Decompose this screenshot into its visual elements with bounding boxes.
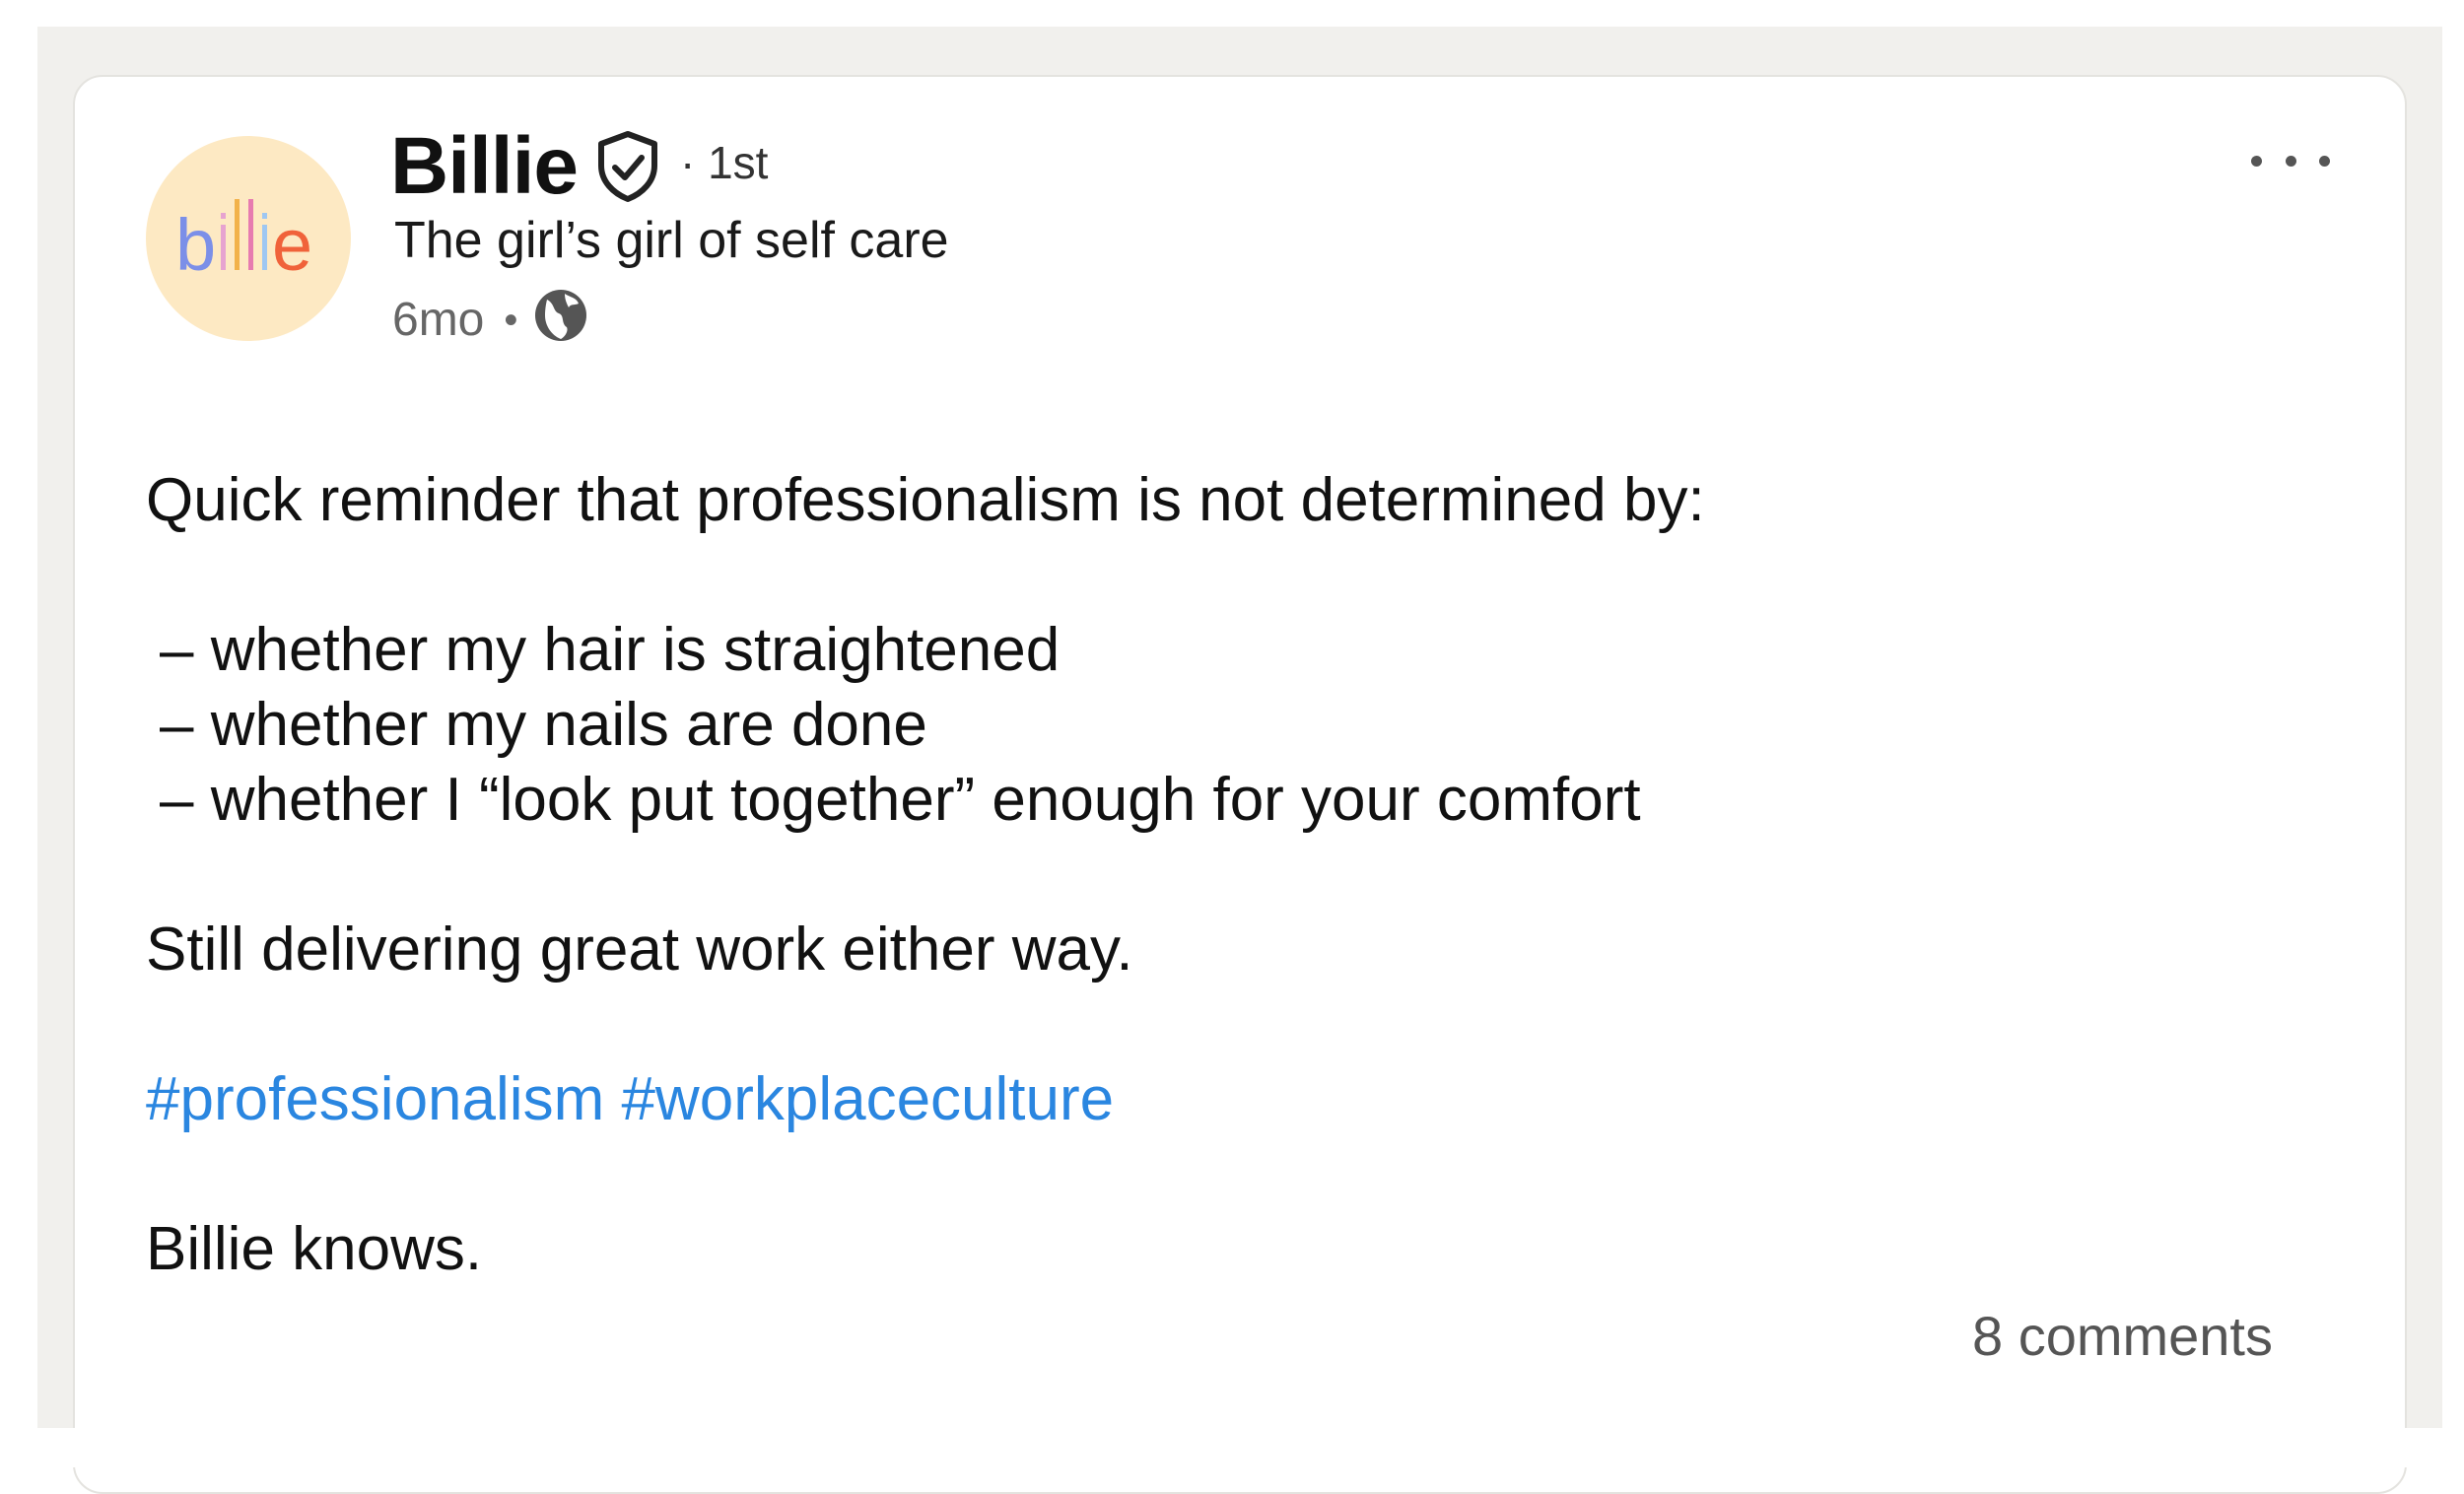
post-body: Quick reminder that professionalism is n… bbox=[146, 463, 2314, 1287]
post-intro: Quick reminder that professionalism is n… bbox=[146, 466, 1705, 534]
ellipsis-icon-dot bbox=[2251, 155, 2262, 167]
ellipsis-icon-dot bbox=[2319, 155, 2330, 167]
logo-letter-i2-dot bbox=[262, 213, 267, 219]
post-meta: 6mo • bbox=[392, 286, 590, 354]
logo-letter-e: e bbox=[272, 204, 312, 286]
bullet-item: – whether I “look put together” enough f… bbox=[160, 766, 1641, 834]
more-options-button[interactable] bbox=[2251, 146, 2330, 175]
author-avatar[interactable]: b e bbox=[146, 136, 351, 341]
logo-letter-i2-stem bbox=[262, 225, 267, 270]
post-time: 6mo bbox=[392, 293, 485, 346]
hashtag-link[interactable]: #professionalism bbox=[146, 1065, 604, 1133]
post-statement: Still delivering great work either way. bbox=[146, 916, 1133, 984]
bullet-item: – whether my nails are done bbox=[160, 691, 927, 759]
meta-separator: • bbox=[504, 298, 518, 342]
author-headline: The girl’s girl of self care bbox=[394, 212, 949, 269]
logo-letter-l1 bbox=[235, 199, 240, 270]
logo-letter-l2 bbox=[248, 199, 253, 270]
globe-icon bbox=[531, 286, 590, 354]
logo-letter-i1-dot bbox=[221, 213, 226, 219]
ellipsis-icon-dot bbox=[2285, 155, 2296, 167]
bottom-crop bbox=[0, 1428, 2464, 1467]
hashtag-link[interactable]: #workplaceculture bbox=[621, 1065, 1114, 1133]
comments-count-link[interactable]: 8 comments bbox=[1972, 1309, 2273, 1364]
hashtag-row: #professionalism #workplaceculture bbox=[146, 1062, 2314, 1137]
post-signoff: Billie knows. bbox=[146, 1215, 483, 1283]
logo-letter-b: b bbox=[175, 204, 216, 286]
bullet-item: – whether my hair is straightened bbox=[160, 616, 1061, 684]
logo-letter-i1-stem bbox=[221, 225, 226, 270]
author-name[interactable]: Billie bbox=[390, 126, 579, 207]
connection-degree: · 1st bbox=[680, 137, 769, 188]
billie-logo: b e bbox=[175, 199, 312, 286]
verified-shield-icon bbox=[595, 130, 660, 208]
